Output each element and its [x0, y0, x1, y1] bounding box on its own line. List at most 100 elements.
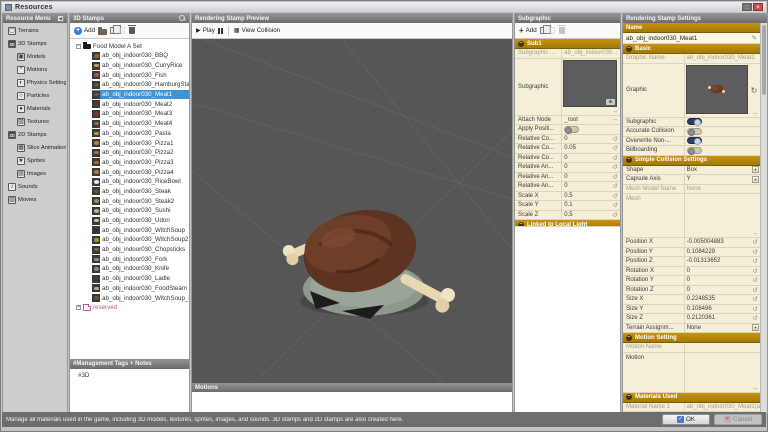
section-header-materials-used[interactable]: −Materials Used — [623, 393, 760, 403]
menu-item-particles[interactable]: ○Particles — [17, 91, 66, 101]
property-value[interactable]: 0.108496↺ — [685, 305, 760, 314]
reset-icon[interactable]: ↺ — [753, 248, 760, 256]
add-subgraphic-button[interactable]: + Add — [519, 27, 537, 35]
settings-scrollbar[interactable] — [760, 23, 767, 413]
3d-viewport[interactable] — [192, 39, 512, 383]
section-header-basic[interactable]: −Basic — [623, 44, 760, 54]
reset-icon[interactable]: ↺ — [753, 257, 760, 265]
property-value[interactable]: 0↺ — [685, 267, 760, 276]
tree-item[interactable]: ab_obj_indoor030_Knife — [92, 264, 189, 274]
delete-icon[interactable] — [129, 27, 135, 34]
reset-icon[interactable]: ↺ — [613, 173, 620, 181]
property-value[interactable] — [685, 146, 760, 155]
menu-item-3d-stamps[interactable]: 3D3D Stamps — [8, 39, 66, 49]
section-collapse-icon[interactable]: − — [518, 41, 524, 47]
reset-icon[interactable]: ↺ — [613, 154, 620, 162]
reset-icon[interactable]: ↺ — [613, 182, 620, 190]
collapse-expander-icon[interactable]: − — [76, 44, 81, 49]
tree-item[interactable]: ab_obj_indoor030_CurryRice — [92, 61, 189, 71]
tree-item[interactable]: ab_obj_indoor030_RiceBowl — [92, 177, 189, 187]
property-value[interactable]: 0↺ — [562, 182, 620, 191]
reset-icon[interactable]: ↺ — [613, 211, 620, 219]
section-header-sub1[interactable]: −Sub1 — [515, 39, 620, 49]
property-value[interactable] — [562, 125, 620, 134]
menu-item-movies[interactable]: ▥Movies — [8, 195, 66, 205]
duplicate-icon[interactable] — [540, 27, 546, 34]
reset-icon[interactable]: ↺ — [753, 314, 760, 322]
tree-item[interactable]: ab_obj_indoor030_Udon — [92, 216, 189, 226]
property-value[interactable]: 0↺ — [562, 173, 620, 182]
property-value[interactable]: None▾ — [685, 324, 760, 333]
property-value[interactable]: -0.01313652↺ — [685, 257, 760, 266]
panel-collapse-icon[interactable]: ◂ — [57, 15, 64, 22]
property-value[interactable]: 0.1084229↺ — [685, 248, 760, 257]
menu-item-motions[interactable]: *Motions — [17, 65, 66, 75]
toggle-switch[interactable] — [687, 147, 702, 154]
name-field[interactable]: ab_obj_indoor030_Meat1✎ — [623, 33, 760, 44]
tree-item[interactable]: ab_obj_indoor030_Steak — [92, 187, 189, 197]
tree-item[interactable]: ab_obj_indoor030_Meat4 — [92, 119, 189, 129]
menu-item-physics-settings[interactable]: ◐Physics Settings — [17, 78, 66, 88]
tree-item[interactable]: ab_obj_indoor030_FoodSteam — [92, 284, 189, 294]
property-value[interactable]: Box▾ — [685, 166, 760, 175]
property-value[interactable]: 0.05↺ — [562, 144, 620, 153]
nav-arrow-icon[interactable]: → — [752, 385, 759, 392]
toggle-switch[interactable] — [564, 126, 579, 133]
tree-item[interactable]: ab_obj_indoor030_WitchSoup2 — [92, 235, 189, 245]
expand-expander-icon[interactable]: + — [76, 305, 81, 310]
duplicate-icon[interactable] — [110, 27, 116, 34]
property-value[interactable]: 0↺ — [562, 163, 620, 172]
tree-item[interactable]: ab_obj_indoor030_Steak2 — [92, 196, 189, 206]
add-stamp-button[interactable]: + Add — [74, 27, 95, 35]
dropdown-button[interactable]: ▾ — [752, 166, 759, 173]
property-value[interactable] — [685, 118, 760, 127]
maximize-button[interactable]: □ — [742, 3, 752, 11]
menu-item-models[interactable]: ▣Models — [17, 52, 66, 62]
motions-list[interactable] — [192, 392, 512, 413]
new-folder-icon[interactable] — [98, 29, 107, 35]
tree-item[interactable]: ab_obj_indoor030_Pizza2 — [92, 148, 189, 158]
reset-icon[interactable]: ↺ — [613, 201, 620, 209]
menu-item-sprites[interactable]: ★Sprites — [17, 156, 66, 166]
tree-item[interactable]: ab_obj_indoor030_Pizza1 — [92, 138, 189, 148]
section-collapse-icon[interactable]: − — [626, 335, 632, 341]
dropdown-button[interactable]: ▾ — [752, 176, 759, 183]
reset-icon[interactable]: ↺ — [613, 135, 620, 143]
property-value[interactable]: 0.5↺ — [562, 192, 620, 201]
reset-icon[interactable]: ↺ — [613, 163, 620, 171]
menu-item-sounds[interactable]: ♪Sounds — [8, 182, 66, 192]
property-value[interactable]: 0.1↺ — [562, 201, 620, 210]
reset-icon[interactable]: ↺ — [753, 276, 760, 284]
menu-item-terrains[interactable]: ▢Terrains — [8, 26, 66, 36]
reset-icon[interactable]: ↺ — [753, 238, 760, 246]
export-icon[interactable] — [119, 27, 125, 34]
property-value[interactable]: 0.2248535↺ — [685, 295, 760, 304]
tree-item[interactable]: ab_obj_indoor030_Ladle — [92, 274, 189, 284]
close-button[interactable]: × — [753, 3, 763, 11]
tree-item[interactable]: ab_obj_indoor030_WitchSoup_Bu — [92, 293, 189, 303]
graphic-preview-cell[interactable]: ↻→ — [685, 64, 760, 117]
menu-item-slice-animation[interactable]: ▦Slice Animation — [17, 143, 66, 153]
mesh-cell[interactable]: → — [685, 194, 760, 237]
tree-item[interactable]: ab_obj_indoor030_HamburgStak — [92, 80, 189, 90]
reset-icon[interactable]: ↺ — [753, 286, 760, 294]
tree-item[interactable]: ab_obj_indoor030_Sushi — [92, 206, 189, 216]
menu-item-2d-stamps[interactable]: 2D2D Stamps — [8, 130, 66, 140]
reset-icon[interactable]: ↺ — [613, 144, 620, 152]
tree-item[interactable]: ab_obj_indoor030_Fish — [92, 70, 189, 80]
reset-icon[interactable]: ↺ — [613, 192, 620, 200]
subgraphic-preview-box[interactable] — [563, 60, 617, 107]
tree-item[interactable]: ab_obj_indoor030_Meat3 — [92, 109, 189, 119]
section-header-simple-collision-settings[interactable]: −Simple Collision Settings — [623, 156, 760, 166]
section-collapse-icon[interactable]: − — [626, 394, 632, 400]
tree-item[interactable]: ab_obj_indoor030_Pizza4 — [92, 167, 189, 177]
tree-item[interactable]: ab_obj_indoor030_WitchSoup — [92, 225, 189, 235]
graphic-preview-box[interactable] — [686, 65, 748, 114]
delete-icon[interactable] — [559, 27, 565, 34]
section-header-name[interactable]: Name — [623, 23, 760, 33]
motion-cell[interactable]: → — [685, 353, 760, 392]
tree-item[interactable]: ab_obj_indoor030_Chopsticks — [92, 245, 189, 255]
property-value[interactable]: -0.005004883↺ — [685, 238, 760, 247]
property-value[interactable]: 0↺ — [685, 286, 760, 295]
property-value[interactable]: 0.5↺ — [562, 211, 620, 220]
